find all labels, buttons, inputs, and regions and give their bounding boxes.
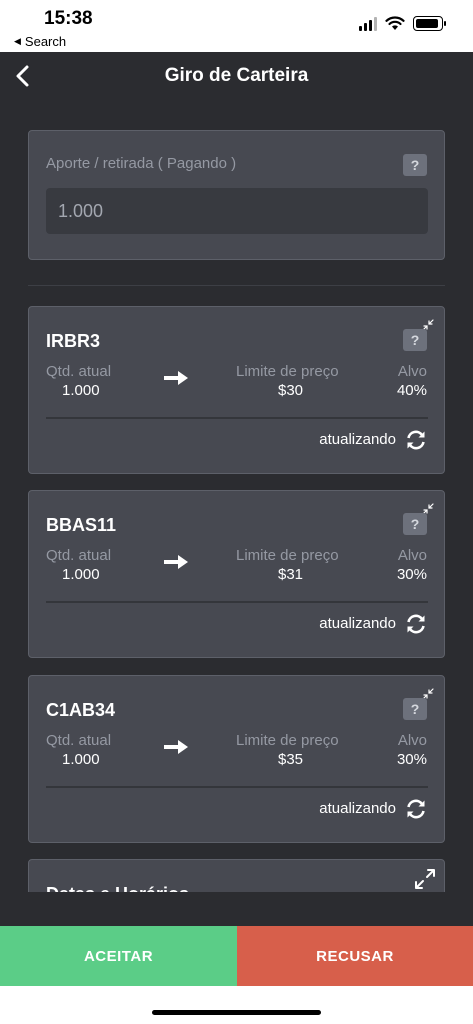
status-back-label: Search [24, 34, 67, 49]
limit-label: Limite de preço [236, 363, 339, 380]
accept-button[interactable]: ACEITAR [0, 926, 237, 986]
qtd-label: Qtd. atual [46, 547, 112, 564]
aporte-input[interactable] [46, 188, 428, 234]
refresh-icon[interactable] [405, 613, 427, 635]
update-status: atualizando [319, 615, 396, 632]
refresh-icon[interactable] [405, 429, 427, 451]
asset-divider [46, 786, 428, 788]
asset-divider [46, 417, 428, 419]
update-status: atualizando [319, 431, 396, 448]
aporte-card: Aporte / retirada ( Pagando ) ? [28, 130, 445, 260]
limit-label: Limite de preço [236, 732, 339, 749]
target-value: 40% [396, 382, 427, 399]
target-value: 30% [396, 566, 427, 583]
reject-button[interactable]: RECUSAR [237, 926, 473, 986]
nav-bar: Giro de Carteira [0, 52, 473, 100]
qtd-value: 1.000 [62, 382, 100, 399]
qtd-value: 1.000 [62, 751, 100, 768]
scroll-clip [0, 892, 473, 926]
update-status: atualizando [319, 800, 396, 817]
arrow-right-icon [164, 555, 188, 569]
battery-icon [413, 16, 446, 31]
asset-card: BBAS11 ? Qtd. atual 1.000 Limite de preç… [28, 490, 445, 658]
asset-card: IRBR3 ? Qtd. atual 1.000 Limite de preço… [28, 306, 445, 474]
main-content[interactable]: Aporte / retirada ( Pagando ) ? IRBR3 ? … [0, 100, 473, 926]
target-label: Alvo [397, 732, 427, 749]
target-label: Alvo [397, 363, 427, 380]
target-label: Alvo [397, 547, 427, 564]
home-indicator [152, 1010, 321, 1015]
asset-ticker: C1AB34 [46, 700, 116, 720]
expand-icon[interactable] [414, 868, 436, 890]
status-time: 15:38 [44, 8, 93, 29]
limit-value: $31 [278, 566, 304, 583]
page-title: Giro de Carteira [164, 65, 309, 86]
asset-card: C1AB34 ? Qtd. atual 1.000 Limite de preç… [28, 675, 445, 843]
question-icon[interactable]: ? [403, 154, 427, 176]
refresh-icon[interactable] [405, 798, 427, 820]
status-bar: 15:38 ◀ Search [0, 0, 473, 52]
limit-label: Limite de preço [236, 547, 339, 564]
qtd-label: Qtd. atual [46, 363, 112, 380]
target-value: 30% [396, 751, 427, 768]
qtd-value: 1.000 [62, 566, 100, 583]
status-icons [359, 16, 446, 31]
status-back-to-search[interactable]: ◀ Search [14, 34, 66, 49]
arrow-right-icon [164, 740, 188, 754]
question-icon[interactable]: ? [403, 329, 427, 351]
limit-value: $30 [278, 382, 304, 399]
aporte-label: Aporte / retirada ( Pagando ) [46, 155, 237, 172]
asset-ticker: IRBR3 [46, 331, 101, 351]
asset-divider [46, 601, 428, 603]
cellular-signal-icon [359, 16, 377, 31]
back-triangle-icon: ◀ [14, 36, 21, 46]
section-divider [28, 285, 445, 286]
wifi-icon [385, 16, 405, 30]
question-icon[interactable]: ? [403, 513, 427, 535]
asset-ticker: BBAS11 [46, 515, 117, 535]
qtd-label: Qtd. atual [46, 732, 112, 749]
limit-value: $35 [278, 751, 304, 768]
question-icon[interactable]: ? [403, 698, 427, 720]
arrow-right-icon [164, 371, 188, 385]
